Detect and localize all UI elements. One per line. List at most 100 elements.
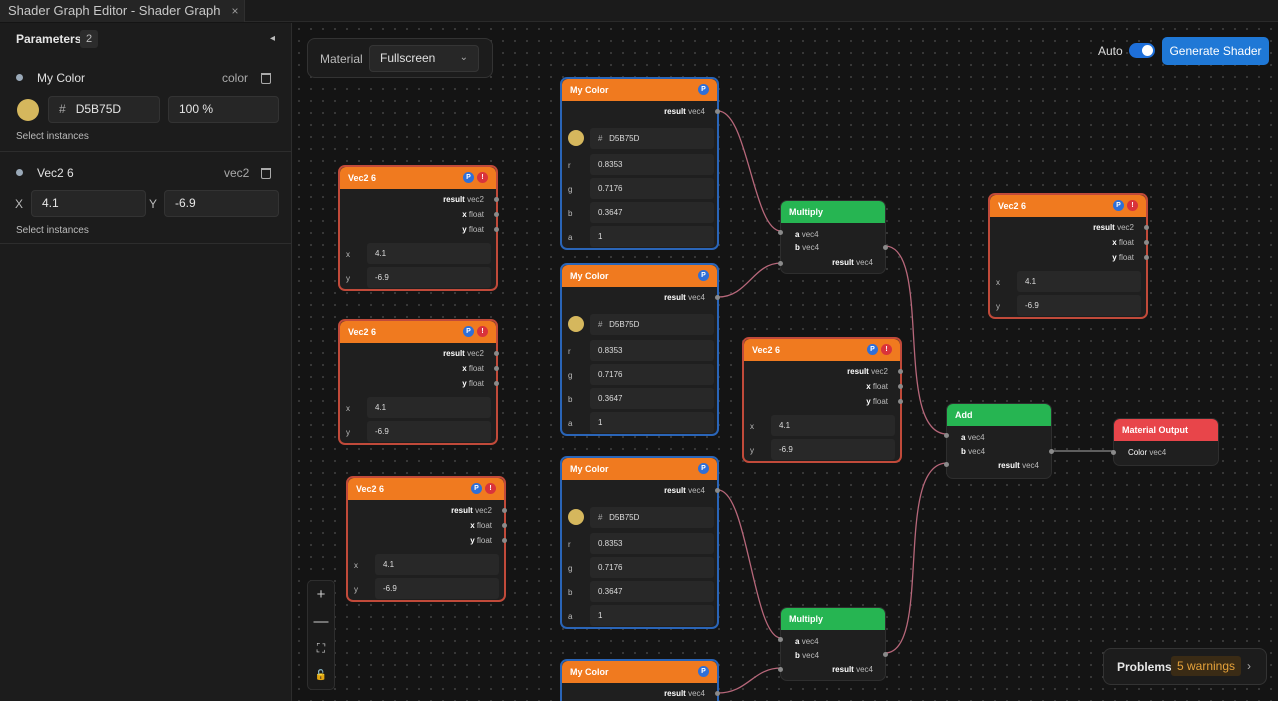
output-port[interactable] bbox=[715, 109, 720, 114]
x-value[interactable]: 4.1 bbox=[1017, 271, 1141, 292]
a-value[interactable]: 1 bbox=[590, 605, 714, 626]
multiply-node[interactable]: Multiply a vec4 b vec4 result vec4 bbox=[778, 607, 888, 681]
opacity-field[interactable]: 100 % bbox=[168, 96, 279, 123]
output-port[interactable] bbox=[1144, 225, 1149, 230]
node-header[interactable]: Vec2 6 P! bbox=[348, 478, 504, 500]
vec2-node[interactable]: Vec2 6 P! result vec2 x float y float x 4… bbox=[346, 476, 507, 602]
input-port[interactable] bbox=[944, 462, 949, 467]
vec2-node[interactable]: Vec2 6 P! result vec2 x float y float x 4… bbox=[988, 193, 1149, 319]
node-header[interactable]: My Color P bbox=[562, 265, 717, 287]
y-value[interactable]: -6.9 bbox=[771, 439, 895, 460]
input-port[interactable] bbox=[778, 261, 783, 266]
select-instances-link[interactable]: Select instances bbox=[16, 225, 89, 236]
x-value[interactable]: 4.1 bbox=[771, 415, 895, 436]
fit-view-icon[interactable]: ⛶ bbox=[308, 635, 334, 662]
vec2-node[interactable]: Vec2 6 P! result vec2 x float y float x 4… bbox=[338, 319, 499, 445]
x-value[interactable]: 4.1 bbox=[367, 243, 491, 264]
parameter-vec2[interactable]: Vec2 6 vec2 X 4.1 Y -6.9 Select instance… bbox=[0, 152, 292, 244]
node-header[interactable]: Add bbox=[947, 404, 1051, 426]
x-field[interactable]: 4.1 bbox=[31, 190, 146, 217]
zoom-in-icon[interactable]: + bbox=[308, 581, 334, 608]
output-port[interactable] bbox=[502, 538, 507, 543]
color-node[interactable]: My Color P result vec4 # D5B75D r 0.8353 … bbox=[560, 77, 720, 250]
zoom-out-icon[interactable]: — bbox=[308, 608, 334, 635]
output-port[interactable] bbox=[494, 381, 499, 386]
g-value[interactable]: 0.7176 bbox=[590, 364, 714, 385]
input-port[interactable] bbox=[944, 433, 949, 438]
hex-field[interactable]: # D5B75D bbox=[590, 314, 714, 335]
g-value[interactable]: 0.7176 bbox=[590, 557, 714, 578]
generate-shader-button[interactable]: Generate Shader bbox=[1162, 37, 1269, 65]
y-value[interactable]: -6.9 bbox=[1017, 295, 1141, 316]
x-value[interactable]: 4.1 bbox=[367, 397, 491, 418]
output-port[interactable] bbox=[883, 652, 888, 657]
output-port[interactable] bbox=[1144, 255, 1149, 260]
lock-icon[interactable]: 🔓 bbox=[308, 662, 334, 689]
graph-canvas[interactable]: Material Fullscreen ⌄ Auto Generate Shade… bbox=[293, 23, 1278, 701]
input-port[interactable] bbox=[778, 230, 783, 235]
output-port[interactable] bbox=[898, 384, 903, 389]
node-header[interactable]: Vec2 6 P! bbox=[340, 167, 496, 189]
editor-tab[interactable]: Shader Graph Editor - Shader Graph × bbox=[0, 0, 246, 22]
output-port[interactable] bbox=[494, 227, 499, 232]
output-port[interactable] bbox=[898, 399, 903, 404]
color-node[interactable]: My Color P result vec4 # D5B75D r 0.8353 … bbox=[560, 456, 720, 629]
node-header[interactable]: Vec2 6 P! bbox=[340, 321, 496, 343]
output-port[interactable] bbox=[502, 508, 507, 513]
b-value[interactable]: 0.3647 bbox=[590, 581, 714, 602]
output-port[interactable] bbox=[494, 366, 499, 371]
close-icon[interactable]: × bbox=[231, 0, 238, 22]
y-value[interactable]: -6.9 bbox=[367, 421, 491, 442]
r-value[interactable]: 0.8353 bbox=[590, 533, 714, 554]
color-swatch[interactable] bbox=[17, 99, 39, 121]
node-header[interactable]: Vec2 6 P! bbox=[744, 339, 900, 361]
parameter-my-color[interactable]: My Color color # D5B75D 100 % Select ins… bbox=[0, 55, 292, 152]
multiply-node[interactable]: Multiply a vec4 b vec4 result vec4 bbox=[778, 200, 888, 274]
trash-icon[interactable] bbox=[261, 73, 271, 84]
chevron-right-icon[interactable]: › bbox=[1247, 659, 1251, 673]
vec2-node[interactable]: Vec2 6 P! result vec2 x float y float x 4… bbox=[742, 337, 903, 463]
input-port[interactable] bbox=[1111, 450, 1116, 455]
x-value[interactable]: 4.1 bbox=[375, 554, 499, 575]
a-value[interactable]: 1 bbox=[590, 412, 714, 433]
node-header[interactable]: Multiply bbox=[781, 608, 885, 630]
output-port[interactable] bbox=[715, 488, 720, 493]
input-port[interactable] bbox=[778, 667, 783, 672]
hex-field[interactable]: # D5B75D bbox=[590, 507, 714, 528]
r-value[interactable]: 0.8353 bbox=[590, 340, 714, 361]
node-header[interactable]: Vec2 6 P! bbox=[990, 195, 1146, 217]
color-swatch[interactable] bbox=[568, 316, 584, 332]
node-header[interactable]: My Color P bbox=[562, 458, 717, 480]
y-field[interactable]: -6.9 bbox=[164, 190, 279, 217]
vec2-node[interactable]: Vec2 6 P! result vec2 x float y float x 4… bbox=[338, 165, 499, 291]
input-port[interactable] bbox=[778, 637, 783, 642]
select-instances-link[interactable]: Select instances bbox=[16, 131, 89, 142]
hex-field[interactable]: # D5B75D bbox=[48, 96, 160, 123]
hex-field[interactable]: # D5B75D bbox=[590, 128, 714, 149]
add-node[interactable]: Add a vec4 b vec4 result vec4 bbox=[944, 403, 1054, 479]
problems-panel[interactable]: Problems 5 warnings › bbox=[1103, 648, 1267, 685]
output-port[interactable] bbox=[494, 351, 499, 356]
material-output-node[interactable]: Material Output Color vec4 bbox=[1111, 418, 1219, 466]
collapse-icon[interactable]: ◂ bbox=[270, 33, 275, 44]
color-node[interactable]: My Color P result vec4 # D5B75D r 0.8353 … bbox=[560, 263, 720, 436]
node-header[interactable]: Multiply bbox=[781, 201, 885, 223]
y-value[interactable]: -6.9 bbox=[367, 267, 491, 288]
y-value[interactable]: -6.9 bbox=[375, 578, 499, 599]
auto-toggle[interactable] bbox=[1129, 43, 1155, 58]
node-header[interactable]: My Color P bbox=[562, 79, 717, 101]
output-port[interactable] bbox=[715, 691, 720, 696]
node-header[interactable]: My Color P bbox=[562, 661, 717, 683]
color-swatch[interactable] bbox=[568, 130, 584, 146]
output-port[interactable] bbox=[494, 197, 499, 202]
output-port[interactable] bbox=[1144, 240, 1149, 245]
output-port[interactable] bbox=[1049, 449, 1054, 454]
output-port[interactable] bbox=[898, 369, 903, 374]
a-value[interactable]: 1 bbox=[590, 226, 714, 247]
node-header[interactable]: Material Output bbox=[1114, 419, 1218, 441]
output-port[interactable] bbox=[883, 245, 888, 250]
output-port[interactable] bbox=[502, 523, 507, 528]
color-node[interactable]: My Color P result vec4 bbox=[560, 659, 720, 701]
b-value[interactable]: 0.3647 bbox=[590, 202, 714, 223]
color-swatch[interactable] bbox=[568, 509, 584, 525]
